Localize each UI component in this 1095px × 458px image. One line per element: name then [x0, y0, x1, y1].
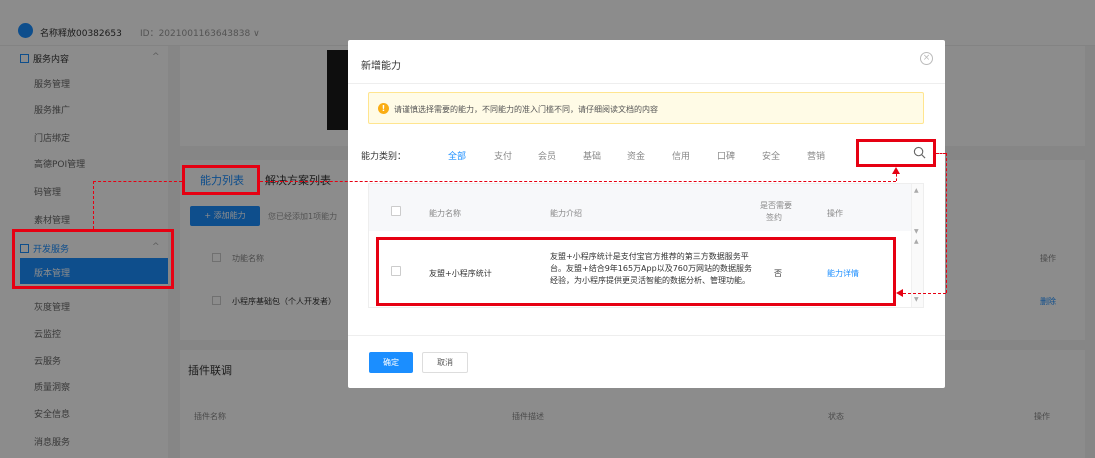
- category-credit[interactable]: 信用: [672, 149, 690, 162]
- category-label: 能力类别：: [361, 152, 407, 162]
- annotation-arrow-left-icon: [896, 289, 903, 297]
- close-icon[interactable]: ×: [920, 52, 933, 65]
- scroll-up-icon[interactable]: ▲: [914, 238, 919, 245]
- category-fund[interactable]: 资金: [627, 149, 645, 162]
- table-scrollbar[interactable]: ▲ ▼ ▲ ▼: [911, 184, 923, 307]
- annotation-box-ability-row: [376, 237, 896, 306]
- divider: [348, 335, 945, 336]
- annotation-box-ability-tab: [182, 165, 260, 195]
- category-pay[interactable]: 支付: [494, 149, 512, 162]
- scroll-down-icon[interactable]: ▼: [914, 228, 919, 235]
- annotation-box-dev-service: [12, 229, 174, 289]
- annotation-line: [260, 181, 896, 182]
- add-ability-modal: 新增能力 × ! 请谨慎选择需要的能力，不同能力的准入门槛不同，请仔细阅读文档的…: [348, 40, 945, 388]
- annotation-line: [903, 293, 946, 294]
- warning-alert: ! 请谨慎选择需要的能力，不同能力的准入门槛不同，请仔细阅读文档的内容: [368, 92, 924, 124]
- category-all[interactable]: 全部: [448, 149, 466, 162]
- select-all-checkbox[interactable]: [391, 206, 401, 216]
- col-sign-2: 签约: [766, 213, 782, 222]
- category-basic[interactable]: 基础: [583, 149, 601, 162]
- confirm-button[interactable]: 确定: [369, 352, 413, 373]
- scroll-up-icon[interactable]: ▲: [914, 187, 919, 194]
- table-header: 能力名称 能力介绍 是否需要 签约 操作: [369, 184, 911, 231]
- annotation-arrow-up-icon: [892, 167, 900, 174]
- annotation-line: [896, 174, 897, 181]
- category-security[interactable]: 安全: [762, 149, 780, 162]
- modal-title: 新增能力: [361, 61, 401, 72]
- category-member[interactable]: 会员: [538, 149, 556, 162]
- annotation-line: [936, 153, 946, 154]
- annotation-line: [93, 181, 182, 182]
- alert-text: 请谨慎选择需要的能力，不同能力的准入门槛不同，请仔细阅读文档的内容: [394, 105, 658, 114]
- category-marketing[interactable]: 营销: [807, 149, 825, 162]
- annotation-line: [93, 181, 94, 229]
- scroll-down-icon[interactable]: ▼: [914, 296, 919, 303]
- col-sign: 是否需要: [760, 201, 792, 210]
- col-op: 操作: [827, 209, 843, 218]
- cancel-button[interactable]: 取消: [422, 352, 468, 373]
- divider: [348, 83, 945, 84]
- col-intro: 能力介绍: [550, 209, 582, 218]
- warning-icon: !: [378, 103, 389, 114]
- category-koubei[interactable]: 口碑: [717, 149, 735, 162]
- col-name: 能力名称: [429, 209, 461, 218]
- annotation-box-search: [856, 139, 936, 167]
- annotation-line: [946, 153, 947, 293]
